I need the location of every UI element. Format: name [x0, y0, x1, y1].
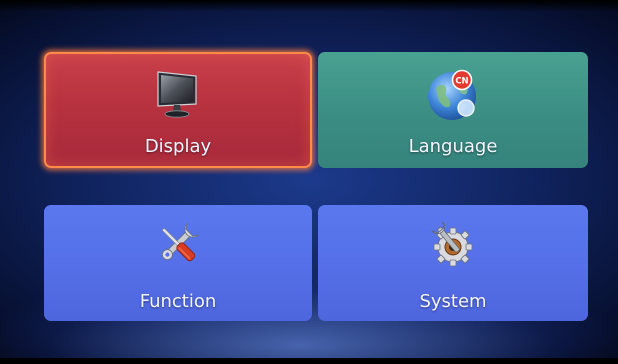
monitor-icon: [150, 66, 206, 126]
system-tile[interactable]: System: [318, 205, 588, 321]
language-label: Language: [408, 136, 498, 157]
function-label: Function: [139, 291, 217, 312]
cn-badge-text: CN: [455, 76, 468, 86]
display-tile[interactable]: Display: [44, 52, 312, 168]
display-label: Display: [144, 136, 212, 157]
screen-bezel-top: [0, 0, 618, 12]
gear-wrench-icon: [427, 219, 479, 275]
tools-icon: [153, 219, 203, 273]
globe-icon: CN: [422, 64, 484, 130]
function-tile[interactable]: Function: [44, 205, 312, 321]
language-tile[interactable]: CN Language: [318, 52, 588, 168]
system-label: System: [419, 291, 487, 312]
screen-bezel-bottom: [0, 358, 618, 364]
tv-screen: Display CN Language Function System: [0, 0, 618, 364]
